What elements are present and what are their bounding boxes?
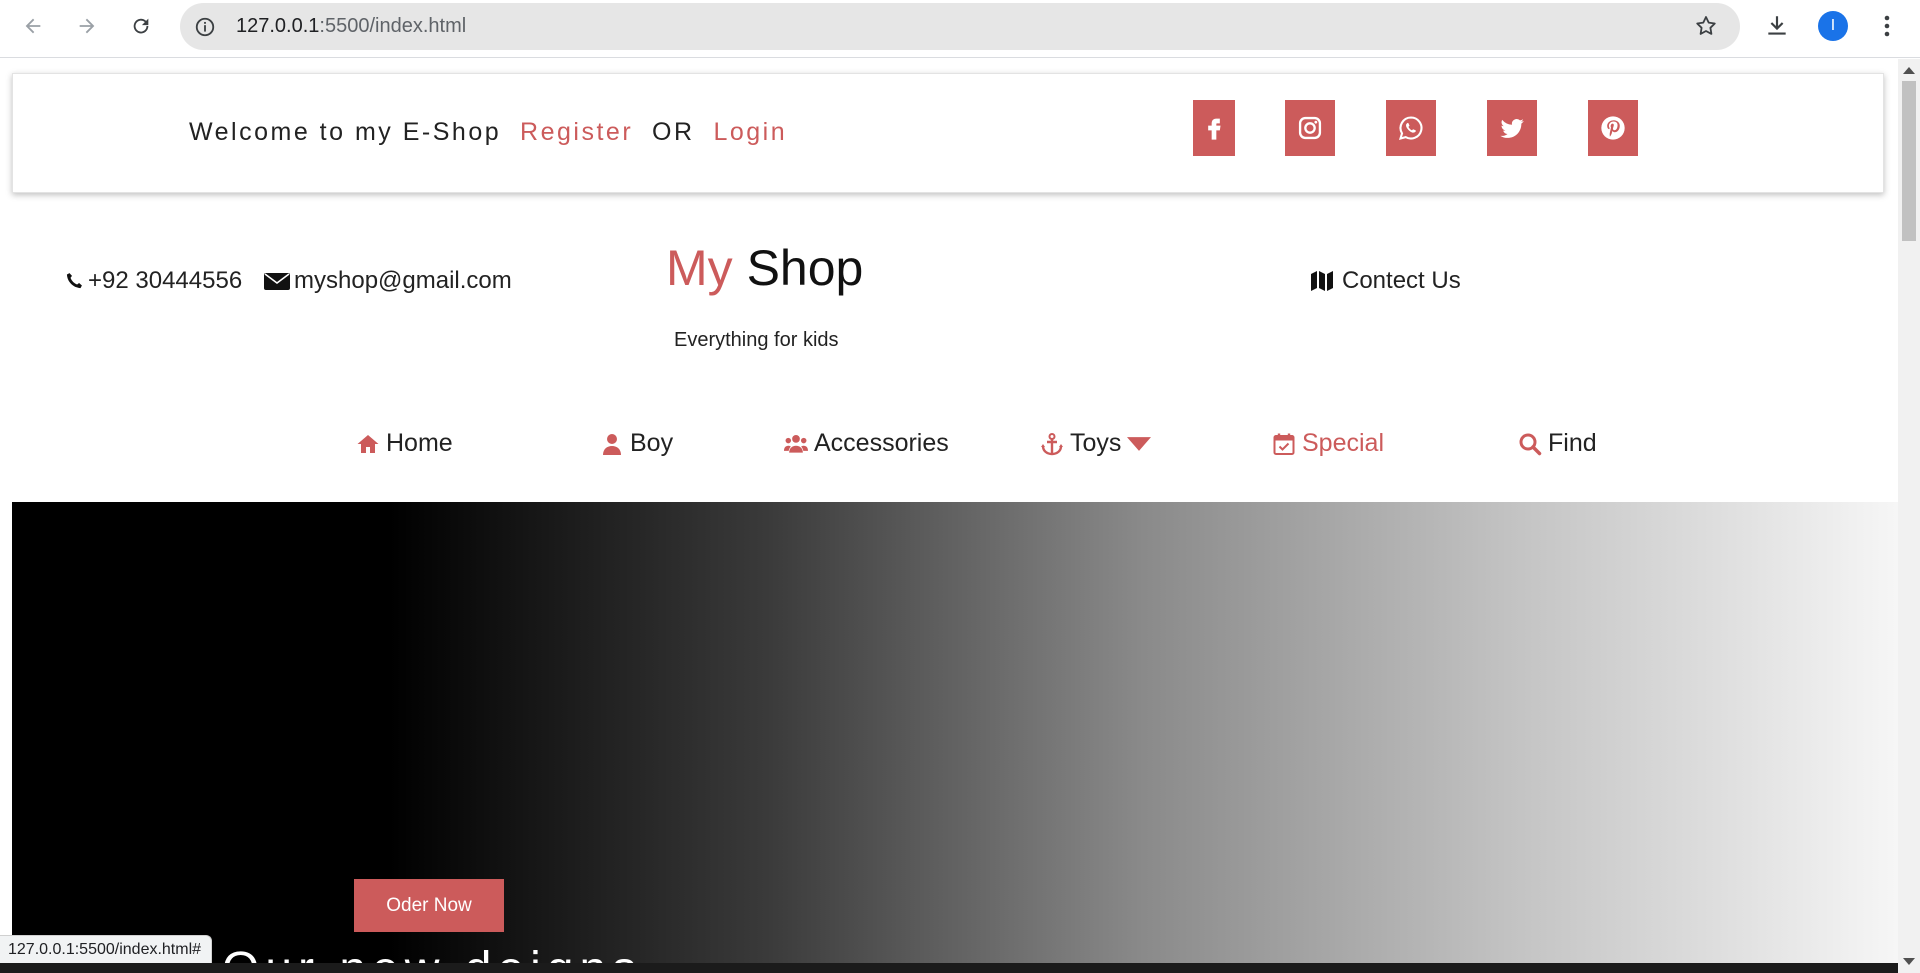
nav-item-label: Home: [386, 429, 453, 457]
phone-contact: +92 30444556: [64, 267, 242, 295]
hero-banner: Oder Now Our new deigns: [12, 502, 1898, 973]
welcome-bar: Welcome to my E-Shop Register OR Login: [12, 73, 1884, 193]
nav-item-label: Find: [1548, 429, 1597, 457]
address-bar[interactable]: 127.0.0.1:5500/index.html: [180, 3, 1740, 50]
page-viewport: Welcome to my E-Shop Register OR Login +…: [0, 59, 1898, 973]
nav-item-home[interactable]: Home: [356, 429, 453, 458]
pinterest-button[interactable]: [1588, 100, 1638, 156]
url-text[interactable]: 127.0.0.1:5500/index.html: [236, 15, 466, 38]
scroll-up-arrow-icon[interactable]: [1903, 67, 1915, 74]
brand-first: My: [666, 240, 733, 296]
main-nav: Home Boy Accessories Toys Special Find: [0, 429, 1898, 479]
search-icon: [1519, 433, 1542, 455]
tagline: Everything for kids: [674, 329, 839, 351]
facebook-button[interactable]: [1193, 100, 1235, 156]
page-scrollbar[interactable]: [1898, 59, 1920, 973]
brand-logo[interactable]: My Shop: [666, 239, 863, 297]
more-vert-icon: [1884, 15, 1890, 37]
phone-icon: [66, 273, 82, 289]
arrow-right-icon: [79, 18, 95, 34]
browser-menu-button[interactable]: [1872, 9, 1902, 43]
facebook-icon: [1208, 118, 1221, 140]
arrow-left-icon: [25, 18, 41, 34]
nav-item-label: Boy: [630, 429, 674, 457]
pinterest-icon: [1601, 116, 1625, 140]
nav-item-label: Accessories: [814, 429, 949, 457]
map-icon: [1311, 271, 1333, 291]
profile-button[interactable]: I: [1816, 9, 1850, 43]
contact-us-label: Contect Us: [1342, 267, 1461, 294]
link-status-bubble: 127.0.0.1:5500/index.html#: [0, 935, 213, 963]
email-contact: myshop@gmail.com: [264, 267, 512, 295]
instagram-button[interactable]: [1285, 100, 1335, 156]
nav-item-label: Toys: [1070, 429, 1122, 457]
bookmark-star-icon[interactable]: [1694, 14, 1718, 43]
site-info-icon[interactable]: [192, 14, 218, 40]
welcome-line: Welcome to my E-Shop Register OR Login: [189, 118, 787, 147]
brand-second: Shop: [746, 240, 864, 296]
user-icon: [603, 433, 621, 455]
url-host: 127.0.0.1: [236, 15, 320, 37]
home-icon: [357, 434, 379, 453]
reload-icon: [133, 18, 149, 34]
download-icon: [1768, 16, 1786, 35]
reload-button[interactable]: [124, 9, 158, 43]
whatsapp-icon: [1398, 116, 1423, 140]
avatar: I: [1818, 11, 1848, 41]
caret-down-icon: [1127, 436, 1152, 451]
order-now-button[interactable]: Oder Now: [354, 879, 504, 932]
anchor-icon: [1041, 432, 1063, 455]
browser-toolbar: 127.0.0.1:5500/index.html I: [0, 0, 1920, 58]
url-path: :5500/index.html: [319, 15, 467, 37]
nav-item-toys[interactable]: Toys: [1040, 429, 1152, 458]
twitter-icon: [1500, 119, 1524, 138]
phone-number: +92 30444556: [88, 267, 243, 294]
users-icon: [784, 434, 808, 453]
nav-item-special[interactable]: Special: [1272, 429, 1384, 458]
envelope-icon: [264, 273, 290, 290]
nav-item-find[interactable]: Find: [1518, 429, 1597, 458]
calendar-check-icon: [1273, 433, 1295, 455]
email-address: myshop@gmail.com: [294, 267, 512, 294]
scrollbar-thumb[interactable]: [1902, 81, 1916, 241]
nav-item-accessories[interactable]: Accessories: [784, 429, 949, 458]
contact-us-link[interactable]: Contect Us: [1310, 267, 1461, 295]
register-link[interactable]: Register: [520, 118, 633, 146]
or-text: OR: [652, 118, 695, 146]
instagram-icon: [1298, 116, 1322, 140]
nav-item-label: Special: [1302, 429, 1384, 457]
nav-item-boy[interactable]: Boy: [600, 429, 673, 458]
downloads-button[interactable]: [1760, 9, 1794, 43]
back-button[interactable]: [16, 9, 50, 43]
scroll-down-arrow-icon[interactable]: [1903, 958, 1915, 965]
forward-button[interactable]: [70, 9, 104, 43]
login-link[interactable]: Login: [713, 118, 787, 146]
twitter-button[interactable]: [1487, 100, 1537, 156]
welcome-text: Welcome to my E-Shop: [189, 118, 502, 146]
whatsapp-button[interactable]: [1386, 100, 1436, 156]
next-section-strip: [0, 963, 1898, 973]
